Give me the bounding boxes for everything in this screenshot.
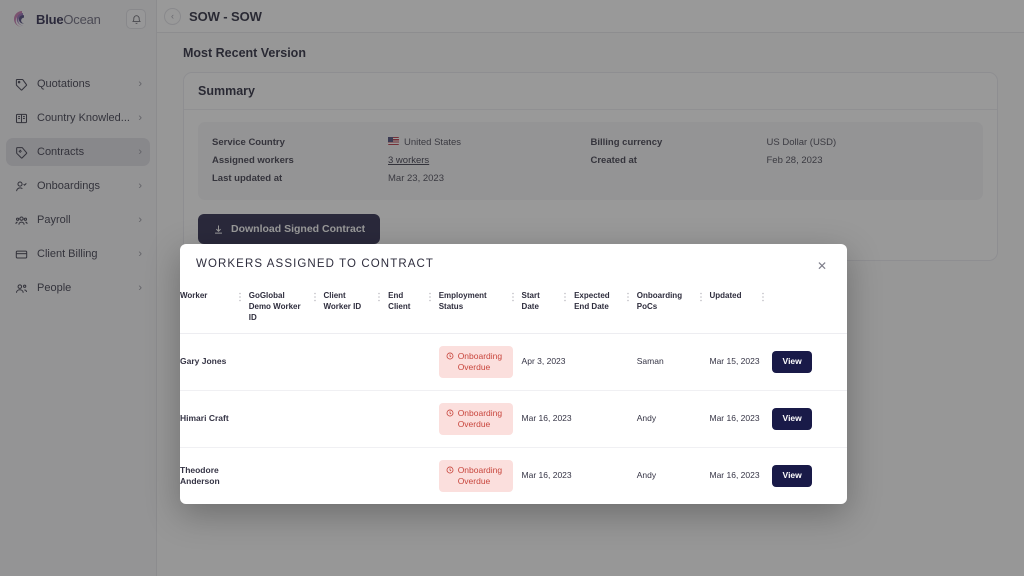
column-header-goglobal-demo-worker-id[interactable]: GoGlobal Demo Worker ID: [248, 280, 324, 334]
sort-icon: [313, 292, 316, 302]
sort-icon: [564, 292, 566, 302]
table-header-row: Worker GoGlobal Demo Worker ID Client Wo…: [180, 280, 847, 334]
workers-table: Worker GoGlobal Demo Worker ID Client Wo…: [180, 280, 847, 504]
clock-icon: [446, 409, 454, 417]
column-header-client-worker-id[interactable]: Client Worker ID: [323, 280, 389, 334]
cell-onboarding-pocs: Andy: [636, 447, 710, 504]
table-row: Gary Jones Onboarding Overdue Apr 3, 202…: [180, 333, 847, 391]
close-icon[interactable]: ✕: [813, 258, 831, 274]
sort-icon: [378, 292, 380, 302]
cell-actions: View: [772, 447, 847, 504]
cell-expected-end-date: [574, 447, 637, 504]
cell-onboarding-pocs: Saman: [636, 333, 710, 391]
cell-client-worker-id: [323, 333, 389, 391]
modal-title: WORKERS ASSIGNED TO CONTRACT: [196, 258, 435, 270]
cell-end-client: [388, 390, 439, 448]
workers-table-body: Gary Jones Onboarding Overdue Apr 3, 202…: [180, 333, 847, 504]
status-badge: Onboarding Overdue: [438, 460, 513, 492]
view-button[interactable]: View: [772, 408, 813, 430]
column-header-actions: [772, 280, 847, 334]
table-row: Theodore Anderson Onboarding Overdue Mar…: [180, 447, 847, 504]
sort-icon: [428, 292, 431, 302]
status-badge: Onboarding Overdue: [438, 403, 513, 435]
sort-icon: [626, 292, 629, 302]
workers-table-head: Worker GoGlobal Demo Worker ID Client Wo…: [180, 280, 847, 334]
column-header-updated[interactable]: Updated: [709, 280, 773, 334]
clock-icon: [446, 466, 454, 474]
sort-icon: [238, 292, 241, 302]
column-header-worker[interactable]: Worker: [180, 280, 249, 334]
column-label: Start Date: [521, 291, 540, 311]
sort-icon: [699, 292, 702, 302]
cell-actions: View: [772, 333, 847, 391]
cell-start-date: Mar 16, 2023: [521, 390, 575, 448]
workers-modal: WORKERS ASSIGNED TO CONTRACT ✕ Worker Go…: [180, 244, 847, 504]
column-label: End Client: [388, 291, 411, 311]
cell-employment-status: Onboarding Overdue: [438, 333, 522, 391]
cell-end-client: [388, 447, 439, 504]
column-label: Onboarding PoCs: [636, 291, 683, 311]
cell-end-client: [388, 333, 439, 391]
cell-updated: Mar 15, 2023: [709, 333, 773, 391]
cell-start-date: Apr 3, 2023: [521, 333, 575, 391]
column-label: Client Worker ID: [323, 291, 362, 311]
column-label: GoGlobal Demo Worker ID: [248, 291, 301, 322]
column-header-employment-status[interactable]: Employment Status: [438, 280, 522, 334]
cell-onboarding-pocs: Andy: [636, 390, 710, 448]
cell-goglobal-demo-worker-id: [248, 447, 324, 504]
view-button[interactable]: View: [772, 465, 813, 487]
sort-icon: [511, 292, 514, 302]
sort-icon: [762, 292, 764, 302]
column-header-end-client[interactable]: End Client: [388, 280, 439, 334]
cell-client-worker-id: [323, 447, 389, 504]
column-label: Expected End Date: [574, 291, 610, 311]
cell-employment-status: Onboarding Overdue: [438, 390, 522, 448]
cell-updated: Mar 16, 2023: [709, 447, 773, 504]
cell-goglobal-demo-worker-id: [248, 390, 324, 448]
cell-employment-status: Onboarding Overdue: [438, 447, 522, 504]
table-row: Himari Craft Onboarding Overdue Mar 16, …: [180, 390, 847, 448]
column-header-onboarding-pocs[interactable]: Onboarding PoCs: [636, 280, 710, 334]
cell-updated: Mar 16, 2023: [709, 390, 773, 448]
status-badge-label: Onboarding Overdue: [457, 408, 503, 429]
column-header-start-date[interactable]: Start Date: [521, 280, 575, 334]
cell-start-date: Mar 16, 2023: [521, 447, 575, 504]
column-label: Employment Status: [438, 291, 487, 311]
app-root: BlueOcean Quotations: [0, 0, 1024, 576]
cell-worker: Himari Craft: [180, 390, 249, 448]
column-label: Worker: [180, 291, 208, 300]
view-button[interactable]: View: [772, 351, 813, 373]
cell-goglobal-demo-worker-id: [248, 333, 324, 391]
status-badge-label: Onboarding Overdue: [457, 465, 503, 486]
column-header-expected-end-date[interactable]: Expected End Date: [574, 280, 637, 334]
status-badge: Onboarding Overdue: [438, 346, 513, 378]
cell-expected-end-date: [574, 333, 637, 391]
modal-header: WORKERS ASSIGNED TO CONTRACT ✕: [180, 244, 847, 280]
cell-actions: View: [772, 390, 847, 448]
cell-client-worker-id: [323, 390, 389, 448]
status-badge-label: Onboarding Overdue: [457, 351, 503, 372]
cell-expected-end-date: [574, 390, 637, 448]
column-label: Updated: [709, 291, 742, 300]
clock-icon: [446, 352, 454, 360]
cell-worker: Gary Jones: [180, 333, 249, 391]
cell-worker: Theodore Anderson: [180, 447, 249, 504]
